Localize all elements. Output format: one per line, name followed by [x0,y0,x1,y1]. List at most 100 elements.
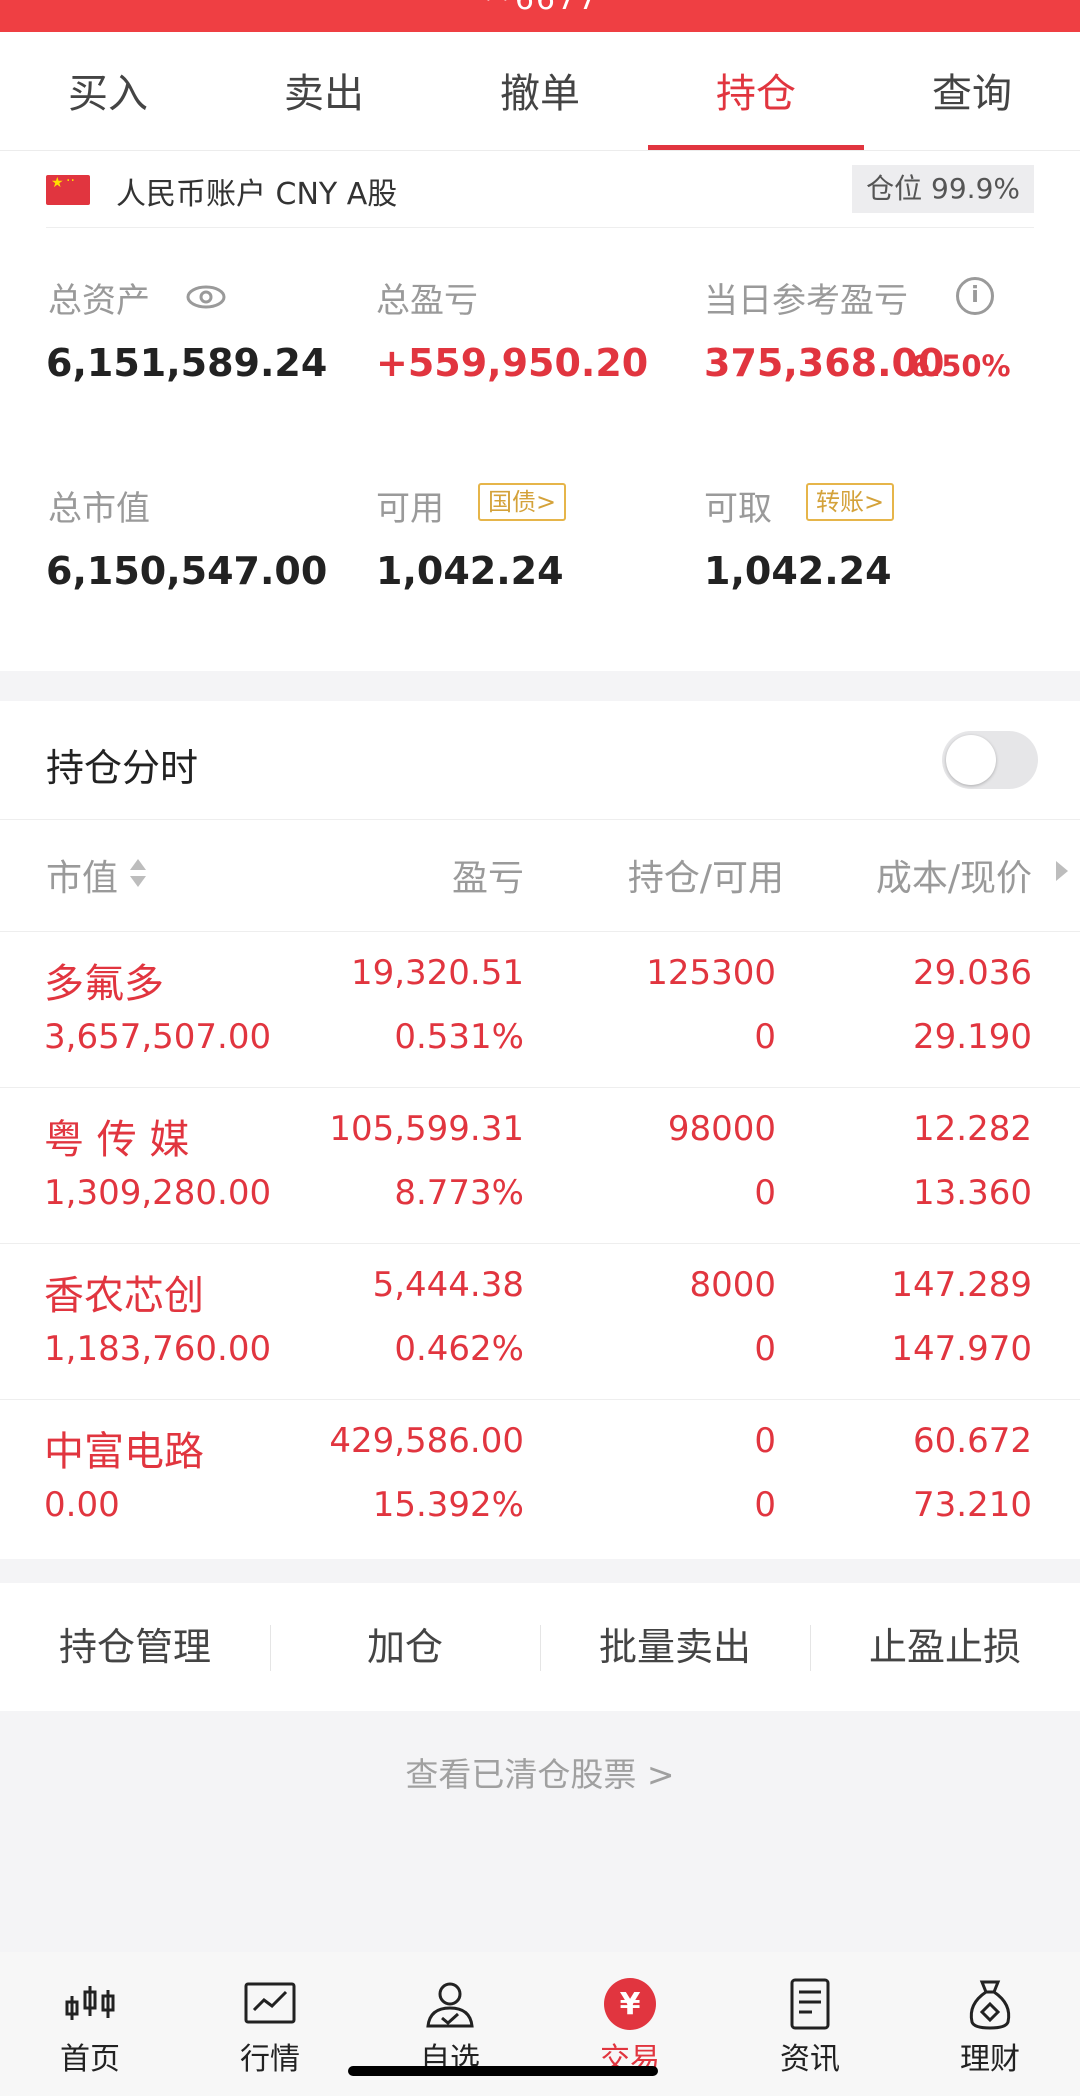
stock-available: 0 [754,1017,776,1057]
stock-available: 0 [754,1329,776,1369]
stock-market-value: 1,309,280.00 [44,1173,272,1213]
home-indicator[interactable] [348,2066,658,2076]
nav-news[interactable]: 资讯 [720,1952,900,2096]
stock-market-value: 1,183,760.00 [44,1329,272,1369]
holding-row[interactable]: 中富电路 0.00 429,586.00 15.392% 0 0 60.672 … [0,1399,1080,1555]
divider [0,1087,1080,1088]
divider [0,1399,1080,1400]
available-label: 可用 [376,489,444,529]
stock-position: 0 [754,1421,776,1461]
transfer-link[interactable]: 转账> [806,483,895,521]
stock-pl-percent: 15.392% [372,1485,524,1525]
stock-price: 13.360 [913,1173,1032,1213]
tab-sell[interactable]: 卖出 [216,32,432,150]
stock-market-value: 3,657,507.00 [44,1017,272,1057]
view-cleared-stocks-link[interactable]: 查看已清仓股票 > [0,1748,1080,1796]
column-header-position: 持仓/可用 [627,858,784,899]
stock-pl: 429,586.00 [329,1421,524,1461]
total-pl-value: +559,950.20 [376,341,649,385]
nav-label: 理财 [960,2042,1020,2077]
withdrawable-label: 可取 [704,489,772,529]
position-ratio-badge: 仓位 99.9% [852,165,1034,213]
trade-tab-bar: 买入 卖出 撤单 持仓 查询 [0,32,1080,151]
total-pl-label: 总盈亏 [376,281,478,321]
svg-text:¥: ¥ [620,1987,641,2022]
money-bag-icon [969,1980,1011,2030]
stock-pl: 19,320.51 [350,953,524,993]
china-flag-icon [46,173,90,205]
yuan-icon: ¥ [604,1978,656,2030]
stock-pl: 105,599.31 [329,1109,524,1149]
stock-position: 8000 [689,1265,776,1305]
account-name[interactable]: 人民币账户 CNY A股 [116,169,397,213]
market-value: 6,150,547.00 [46,549,328,593]
available-value: 1,042.24 [376,549,564,593]
divider [0,1243,1080,1244]
batch-sell-button[interactable]: 批量卖出 [540,1583,810,1711]
stock-name: 中富电路 [44,1429,204,1475]
daily-pl-label: 当日参考盈亏 [704,281,908,321]
column-header-market-value[interactable]: 市值 [46,849,118,901]
divider [0,931,1080,932]
tab-query[interactable]: 查询 [864,32,1080,150]
add-position-button[interactable]: 加仓 [270,1583,540,1711]
candlestick-icon [65,1986,115,2020]
holding-row[interactable]: 粤 传 媒 1,309,280.00 105,599.31 8.773% 980… [0,1087,1080,1243]
eye-icon[interactable] [186,285,226,309]
stock-price: 29.190 [913,1017,1032,1057]
tab-cancel-order[interactable]: 撤单 [432,32,648,150]
treasury-bond-link[interactable]: 国债> [478,483,567,521]
total-assets-value: 6,151,589.24 [46,341,328,385]
stock-cost: 12.282 [913,1109,1032,1149]
stop-profit-loss-button[interactable]: 止盈止损 [810,1583,1080,1711]
stock-name: 多氟多 [44,961,164,1007]
stock-price: 147.970 [891,1329,1032,1369]
nav-market[interactable]: 行情 [180,1952,360,2096]
nav-label: 首页 [60,2042,120,2077]
stock-market-value: 0.00 [44,1485,120,1525]
stock-position: 125300 [646,953,776,993]
sort-icon[interactable] [128,857,148,889]
chevron-right-icon[interactable] [1056,861,1068,881]
stock-available: 0 [754,1173,776,1213]
column-header-pl: 盈亏 [451,858,524,899]
daily-pl-percent: 6.50% [910,349,1011,383]
user-check-icon [426,1982,474,2028]
nav-wealth[interactable]: 理财 [900,1952,1080,2096]
account-summary-card: 人民币账户 CNY A股 仓位 99.9% 总资产 6,151,589.24 总… [0,151,1080,671]
stock-pl-percent: 0.462% [394,1329,524,1369]
market-value-label: 总市值 [48,489,150,529]
nav-home[interactable]: 首页 [0,1952,180,2096]
account-number-masked: **6677 [0,0,1080,17]
tab-buy[interactable]: 买入 [0,32,216,150]
stock-pl-percent: 8.773% [394,1173,524,1213]
stock-cost: 147.289 [891,1265,1032,1305]
nav-label: 资讯 [780,2042,840,2077]
daily-pl-value: 375,368.00 [704,341,945,385]
divider [0,819,1080,820]
holdings-action-bar: 持仓管理 加仓 批量卖出 止盈止损 [0,1583,1080,1711]
stock-available: 0 [754,1485,776,1525]
holdings-section: 持仓分时 市值 盈亏 持仓/可用 成本/现价 多氟多 3,657,507.00 … [0,701,1080,1559]
stock-cost: 60.672 [913,1421,1032,1461]
account-header-bar: **6677 [0,0,1080,32]
withdrawable-value: 1,042.24 [704,549,892,593]
holding-row[interactable]: 香农芯创 1,183,760.00 5,444.38 0.462% 8000 0… [0,1243,1080,1399]
stock-position: 98000 [667,1109,776,1149]
manage-holdings-button[interactable]: 持仓管理 [0,1583,270,1711]
tab-holdings[interactable]: 持仓 [648,32,864,150]
divider [46,227,1034,228]
nav-label: 行情 [240,2042,300,2077]
holdings-intraday-title: 持仓分时 [46,746,199,790]
document-icon [790,1978,830,2030]
stock-name: 粤 传 媒 [44,1117,190,1163]
total-assets-label: 总资产 [48,281,150,321]
holding-row[interactable]: 多氟多 3,657,507.00 19,320.51 0.531% 125300… [0,931,1080,1087]
stock-pl-percent: 0.531% [394,1017,524,1057]
stock-pl: 5,444.38 [372,1265,524,1305]
stock-name: 香农芯创 [44,1273,204,1319]
stock-price: 73.210 [913,1485,1032,1525]
info-icon[interactable]: i [956,277,994,315]
intraday-toggle[interactable] [942,731,1038,789]
stock-cost: 29.036 [913,953,1032,993]
